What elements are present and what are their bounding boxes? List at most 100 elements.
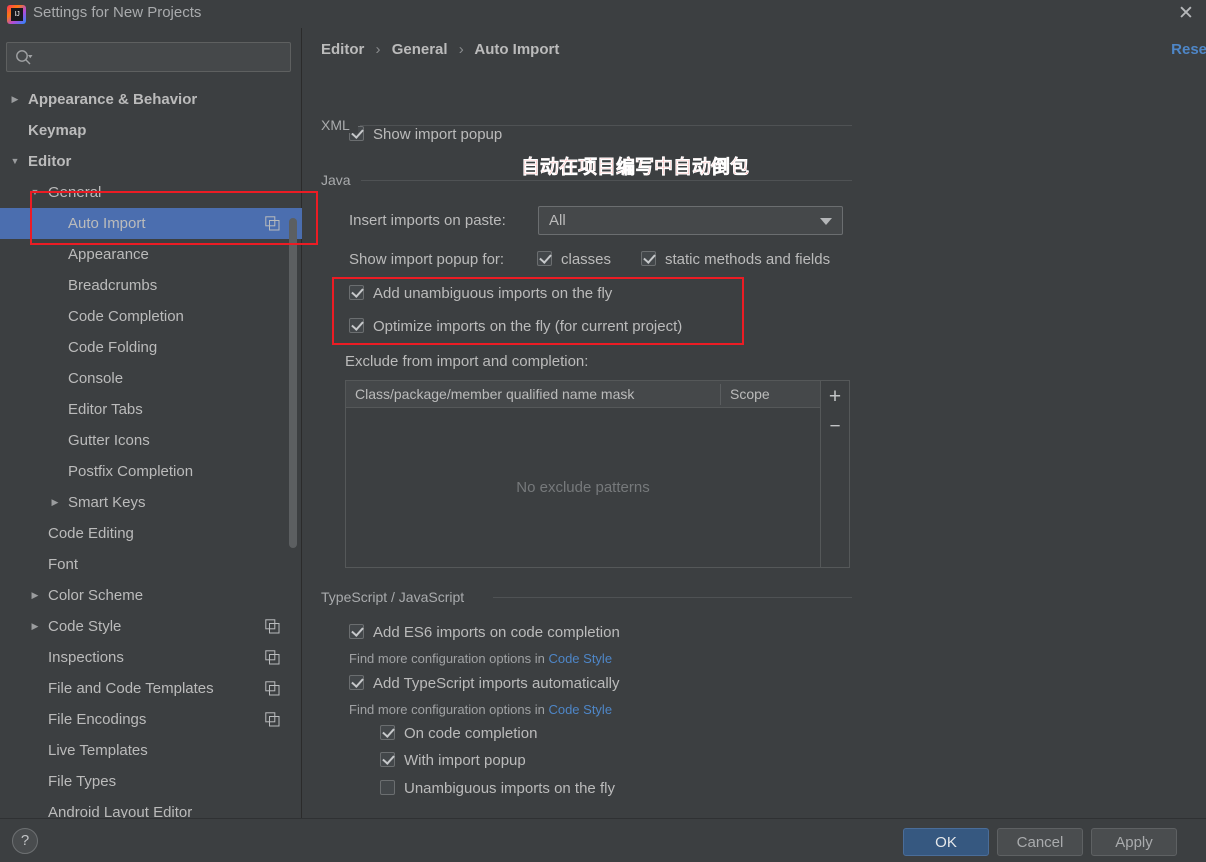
settings-main-panel: Editor › General › Auto Import Reset XML… xyxy=(303,28,1206,818)
column-header-scope[interactable]: Scope xyxy=(721,381,770,408)
checkbox-with-import-popup[interactable]: With import popup xyxy=(380,752,526,769)
checkbox-icon[interactable] xyxy=(349,318,364,333)
chevron-down-icon[interactable]: ▼ xyxy=(8,146,22,177)
section-divider-java xyxy=(361,180,852,181)
sidebar-item-color-scheme[interactable]: ▶ Color Scheme xyxy=(0,580,302,611)
exclude-table-header: Class/package/member qualified name mask… xyxy=(346,381,820,408)
sidebar-item-auto-import[interactable]: Auto Import xyxy=(0,208,302,239)
sidebar-item-appearance-behavior[interactable]: ▶ Appearance & Behavior xyxy=(0,84,302,115)
sidebar-item-label: Code Style xyxy=(48,618,122,635)
chevron-right-icon[interactable]: ▶ xyxy=(48,487,62,518)
checkbox-add-es6-imports[interactable]: Add ES6 imports on code completion xyxy=(349,624,620,641)
checkbox-icon[interactable] xyxy=(349,285,364,300)
checkbox-add-typescript-imports[interactable]: Add TypeScript imports automatically xyxy=(349,675,620,692)
checkbox-icon[interactable] xyxy=(380,725,395,740)
checkbox-icon[interactable] xyxy=(537,251,552,266)
checkbox-icon[interactable] xyxy=(349,675,364,690)
sidebar-item-label: Appearance & Behavior xyxy=(28,91,198,108)
sidebar-item-label: Code Folding xyxy=(68,339,158,356)
checkbox-add-unambiguous-imports[interactable]: Add unambiguous imports on the fly xyxy=(349,285,612,302)
sidebar-item-breadcrumbs[interactable]: Breadcrumbs xyxy=(0,270,302,301)
settings-tree[interactable]: ▶ Appearance & Behavior Keymap ▼ Editor ▼ Gene… xyxy=(0,84,302,844)
hint-code-style-1: Find more configuration options in Code … xyxy=(349,651,612,666)
checkbox-label: Unambiguous imports on the fly xyxy=(404,780,615,797)
help-icon[interactable]: ? xyxy=(12,828,38,854)
code-style-link[interactable]: Code Style xyxy=(548,651,612,666)
sidebar-item-editor-tabs[interactable]: Editor Tabs xyxy=(0,394,302,425)
show-popup-for-label: Show import popup for: xyxy=(349,251,505,268)
sidebar-item-code-folding[interactable]: Code Folding xyxy=(0,332,302,363)
checkbox-icon[interactable] xyxy=(380,752,395,767)
checkbox-label: With import popup xyxy=(404,752,526,769)
checkbox-static-methods[interactable]: static methods and fields xyxy=(641,251,830,268)
insert-imports-label: Insert imports on paste: xyxy=(349,212,506,229)
sidebar-item-general[interactable]: ▼ General xyxy=(0,177,302,208)
section-title-typescript: TypeScript / JavaScript xyxy=(321,589,473,605)
sidebar-item-file-types[interactable]: File Types xyxy=(0,766,302,797)
close-icon[interactable]: ✕ xyxy=(1174,3,1198,25)
sidebar-item-smart-keys[interactable]: ▶ Smart Keys xyxy=(0,487,302,518)
checkbox-icon[interactable] xyxy=(641,251,656,266)
breadcrumb-editor[interactable]: Editor xyxy=(321,41,364,58)
sidebar-item-editor[interactable]: ▼ Editor xyxy=(0,146,302,177)
sidebar-item-font[interactable]: Font xyxy=(0,549,302,580)
sidebar-item-label: Font xyxy=(48,556,79,573)
sidebar-item-label: Editor xyxy=(28,153,72,170)
chevron-right-icon[interactable]: ▶ xyxy=(28,580,42,611)
sidebar-item-code-editing[interactable]: Code Editing xyxy=(0,518,302,549)
sidebar-item-inspections[interactable]: Inspections xyxy=(0,642,302,673)
reset-link[interactable]: Reset xyxy=(1171,41,1206,58)
sidebar-item-file-and-code-templates[interactable]: File and Code Templates xyxy=(0,673,302,704)
sidebar-item-code-completion[interactable]: Code Completion xyxy=(0,301,302,332)
cancel-button[interactable]: Cancel xyxy=(997,828,1083,856)
breadcrumb-auto-import: Auto Import xyxy=(474,41,560,58)
search-input[interactable] xyxy=(41,43,287,71)
chevron-right-icon[interactable]: ▶ xyxy=(8,84,22,115)
copy-settings-icon[interactable] xyxy=(265,712,280,727)
chevron-right-icon: › xyxy=(375,41,381,58)
sidebar-item-label: Live Templates xyxy=(48,742,148,759)
add-pattern-button[interactable]: + xyxy=(821,385,849,409)
sidebar-item-console[interactable]: Console xyxy=(0,363,302,394)
checkbox-classes[interactable]: classes xyxy=(537,251,611,268)
checkbox-icon[interactable] xyxy=(380,780,395,795)
intellij-logo-icon: IJ xyxy=(7,5,26,24)
sidebar-item-code-style[interactable]: ▶ Code Style xyxy=(0,611,302,642)
copy-settings-icon[interactable] xyxy=(265,216,280,231)
chevron-down-icon[interactable]: ▼ xyxy=(28,177,42,208)
sidebar-item-postfix-completion[interactable]: Postfix Completion xyxy=(0,456,302,487)
sidebar-item-label: Code Completion xyxy=(68,308,184,325)
search-box[interactable] xyxy=(6,42,291,72)
sidebar-item-live-templates[interactable]: Live Templates xyxy=(0,735,302,766)
ok-button[interactable]: OK xyxy=(903,828,989,856)
sidebar-item-label: Color Scheme xyxy=(48,587,144,604)
code-style-link[interactable]: Code Style xyxy=(548,702,612,717)
remove-pattern-button[interactable]: − xyxy=(821,416,849,438)
copy-settings-icon[interactable] xyxy=(265,650,280,665)
exclude-table[interactable]: Class/package/member qualified name mask… xyxy=(345,380,821,568)
insert-imports-dropdown[interactable]: All xyxy=(538,206,843,235)
copy-settings-icon[interactable] xyxy=(265,619,280,634)
section-title-xml: XML xyxy=(321,117,358,133)
sidebar-item-label: General xyxy=(48,184,102,201)
sidebar-item-file-encodings[interactable]: File Encodings xyxy=(0,704,302,735)
sidebar-scrollbar[interactable] xyxy=(289,218,297,548)
logo-text: IJ xyxy=(11,8,23,21)
copy-settings-icon[interactable] xyxy=(265,681,280,696)
window-title: Settings for New Projects xyxy=(33,4,202,21)
chevron-down-icon xyxy=(820,217,832,225)
sidebar-item-keymap[interactable]: Keymap xyxy=(0,115,302,146)
chevron-right-icon[interactable]: ▶ xyxy=(28,611,42,642)
column-header-mask[interactable]: Class/package/member qualified name mask xyxy=(346,381,634,408)
breadcrumb-general[interactable]: General xyxy=(392,41,448,58)
apply-button[interactable]: Apply xyxy=(1091,828,1177,856)
checkbox-optimize-imports[interactable]: Optimize imports on the fly (for current… xyxy=(349,318,682,335)
checkbox-unambiguous-on-the-fly[interactable]: Unambiguous imports on the fly xyxy=(380,780,615,797)
sidebar-item-gutter-icons[interactable]: Gutter Icons xyxy=(0,425,302,456)
checkbox-show-import-popup[interactable]: Show import popup xyxy=(349,126,502,143)
sidebar-item-label: Appearance xyxy=(68,246,149,263)
sidebar-item-appearance[interactable]: Appearance xyxy=(0,239,302,270)
checkbox-icon[interactable] xyxy=(349,624,364,639)
checkbox-on-code-completion[interactable]: On code completion xyxy=(380,725,537,742)
sidebar-item-label: Console xyxy=(68,370,124,387)
